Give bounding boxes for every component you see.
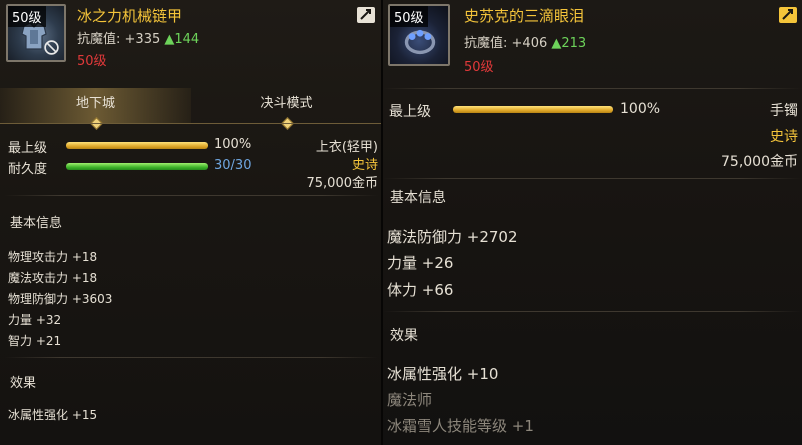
effect-line: 冰属性强化 +10 (387, 365, 499, 383)
durability-label: 耐久度 (8, 162, 48, 177)
tabs-divider (0, 123, 382, 124)
effect-line: 冰属性强化 +15 (8, 408, 98, 422)
item-level-tag: 50级 (390, 6, 428, 27)
item-price: 75,000金币 (306, 176, 379, 191)
tab-duel-label: 决斗模式 (260, 96, 313, 111)
item-tooltip-left: 50级 冰之力机械链甲 抗魔值: +335 ▲144 50级 地下城 决斗模式 … (0, 0, 382, 445)
no-equip-icon (44, 40, 59, 55)
effects-title: 效果 (10, 376, 37, 391)
separator (383, 178, 802, 179)
grade-bar-fill (453, 106, 613, 113)
attribute-line: 魔法攻击力 +18 (8, 271, 98, 285)
item-price: 75,000金币 (721, 154, 798, 170)
attribute-line: 智力 +21 (8, 334, 62, 348)
grade-bar (66, 142, 208, 149)
anti-magic-delta: ▲144 (164, 32, 200, 47)
item-icon-bracelet[interactable]: 50级 (388, 4, 450, 66)
item-type: 手镯 (770, 103, 798, 119)
basic-info-title: 基本信息 (10, 216, 63, 231)
basic-info-title: 基本信息 (390, 190, 446, 206)
separator (4, 195, 378, 196)
compare-icon[interactable] (778, 6, 798, 24)
durability-bar-fill (66, 163, 208, 170)
grade-label: 最上级 (8, 141, 48, 156)
grade-value: 100% (214, 137, 252, 152)
anti-magic-delta: ▲213 (551, 36, 587, 51)
item-name: 冰之力机械链甲 (77, 7, 183, 25)
anti-magic-label: 抗魔值: (77, 32, 121, 47)
anti-magic-value: 抗魔值: +335 ▲144 (77, 28, 199, 47)
item-name: 史苏克的三滴眼泪 (464, 7, 585, 25)
separator (4, 357, 378, 358)
item-rarity: 史诗 (770, 129, 798, 145)
item-tooltip-right: 50级 史苏克的三滴眼泪 抗魔值: +406 ▲213 50级 最上级 100%… (383, 0, 802, 445)
item-type: 上衣(轻甲) (315, 140, 378, 155)
required-level: 50级 (464, 60, 494, 75)
anti-magic-value: 抗魔值: +406 ▲213 (464, 32, 586, 51)
effect-skill-line: 冰霜雪人技能等级 +1 (387, 417, 534, 435)
grade-value: 100% (620, 101, 661, 117)
anti-magic-number: +335 (124, 32, 161, 47)
attribute-line: 物理攻击力 +18 (8, 250, 98, 264)
grade-label: 最上级 (389, 104, 431, 120)
grade-bar (453, 106, 613, 113)
separator (383, 311, 802, 312)
compare-icon[interactable] (356, 6, 376, 24)
attribute-line: 力量 +32 (8, 313, 62, 327)
anti-magic-number: +406 (511, 36, 548, 51)
item-level-tag: 50级 (8, 6, 46, 27)
attribute-line: 物理防御力 +3603 (8, 292, 113, 306)
separator (383, 88, 802, 89)
durability-bar (66, 163, 208, 170)
tab-duel[interactable]: 决斗模式 (191, 88, 382, 130)
tab-dungeon[interactable]: 地下城 (0, 88, 191, 130)
attribute-line: 力量 +26 (387, 254, 454, 272)
effects-title: 效果 (390, 328, 418, 344)
effect-class-line: 魔法师 (387, 391, 433, 409)
required-level: 50级 (77, 54, 107, 69)
item-rarity: 史诗 (351, 158, 378, 173)
mode-tabs: 地下城 决斗模式 (0, 88, 382, 130)
item-icon-armor[interactable]: 50级 (6, 4, 66, 62)
anti-magic-label: 抗魔值: (464, 36, 508, 51)
attribute-line: 体力 +66 (387, 281, 454, 299)
durability-value: 30/30 (214, 158, 252, 173)
bracelet-icon (404, 29, 436, 55)
grade-bar-fill (66, 142, 208, 149)
attribute-line: 魔法防御力 +2702 (387, 228, 518, 246)
tab-dungeon-label: 地下城 (75, 96, 115, 111)
